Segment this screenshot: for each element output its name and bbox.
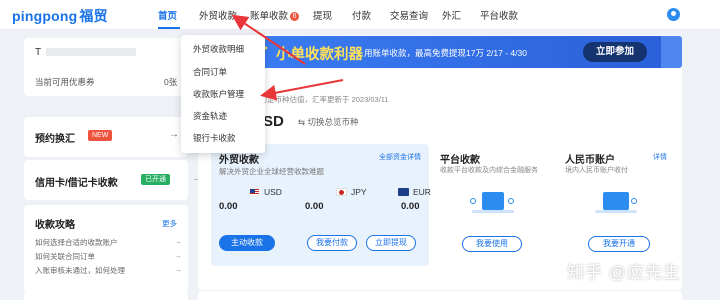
- ccy-amount-eur: 0.00: [401, 201, 420, 212]
- withdraw-now-button[interactable]: 立即提现: [366, 235, 416, 251]
- arrow-right-icon: →: [174, 237, 182, 246]
- banner-title: 小单收款利器: [276, 47, 363, 63]
- receipt-guide-card: 收款攻略 更多 如何选择合适的收款账户 → 如何关联合同订单 → 入账审核未通过…: [24, 205, 188, 293]
- user-name: T: [35, 47, 137, 58]
- nav-bill-receipt-label: 账单收款: [250, 11, 289, 22]
- arrow-right-icon: →: [174, 265, 182, 274]
- menu-item-receipt-account-management[interactable]: 收款账户管理: [193, 88, 244, 100]
- nav-bill-badge: 6: [290, 12, 300, 21]
- card-receipt-title: 信用卡/借记卡收款: [35, 178, 118, 189]
- sidebar-next-card: [24, 291, 188, 300]
- nav-transaction-query[interactable]: 交易查询: [390, 8, 428, 22]
- fx-rate-note: 以约定币种估值，汇率更新于 2023/03/11: [252, 95, 389, 104]
- banner-subtitle: 用账单收款，最高免费提现17万 2/17 - 4/30: [364, 48, 527, 58]
- active-receive-button[interactable]: 主动收款: [219, 235, 275, 251]
- overview-currency: SD: [263, 113, 284, 130]
- swap-icon: ⇆: [298, 117, 306, 127]
- arrow-right-icon: →: [174, 251, 182, 260]
- platform-receipt-desc: 收款平台收款及内综合金融服务: [440, 167, 538, 174]
- guide-more-link[interactable]: 更多: [162, 218, 177, 229]
- us-flag-icon: [249, 188, 260, 196]
- nav-trade-receipt[interactable]: 外贸收款: [199, 8, 237, 22]
- all-funds-detail-link[interactable]: 全部资金详情: [379, 152, 421, 162]
- guide-link-2[interactable]: 如何关联合同订单: [35, 251, 95, 262]
- new-badge: NEW: [88, 130, 113, 141]
- open-rmb-account-button[interactable]: 我要开通: [588, 236, 650, 252]
- guide-link-1[interactable]: 如何选择合适的收款账户: [35, 237, 118, 248]
- switch-currency-label: 切换总览币种: [307, 117, 359, 127]
- rmb-detail-link[interactable]: 详情: [653, 152, 667, 162]
- eu-flag-icon: [398, 188, 409, 196]
- banner-decoration: [661, 36, 682, 68]
- switch-currency-link[interactable]: ⇆ 切换总览币种: [298, 116, 359, 128]
- user-info-card: T 当前可用优惠券 0张 查看: [24, 38, 193, 99]
- rmb-illustration-icon: [593, 190, 639, 216]
- rmb-account-title: 人民币账户: [565, 155, 615, 166]
- nav-payment[interactable]: 付款: [352, 8, 371, 22]
- fx-reservation-title: 预约换汇: [35, 134, 75, 145]
- top-navigation-bar: pingpong 福贸 首页 外贸收款 账单收款 6 提现 付款 交易查询 外汇 平…: [0, 0, 720, 30]
- ccy-code-jpy: JPY: [351, 187, 367, 197]
- nav-bill-receipt[interactable]: 账单收款 6: [250, 8, 300, 22]
- guide-link-3[interactable]: 入账审核未通过，如何处理: [35, 265, 125, 276]
- platform-receipt-title: 平台收款: [440, 155, 480, 166]
- make-payment-button[interactable]: 我要付款: [307, 235, 357, 251]
- coupon-label: 当前可用优惠券: [35, 77, 95, 87]
- trade-receipt-desc: 解决外贸企业全球经营收款难题: [219, 167, 324, 176]
- ccy-amount-usd: 0.00: [219, 201, 238, 212]
- ccy-code-eur: EUR: [413, 187, 431, 197]
- trade-receipt-panel: 外贸收款 解决外贸企业全球经营收款难题 全部资金详情 USD 0.00 JPY …: [211, 144, 431, 266]
- logo-text: pingpong: [12, 8, 78, 24]
- platform-illustration-icon: [470, 190, 516, 216]
- japan-flag-icon: [336, 188, 347, 196]
- main-next-card: [198, 291, 682, 300]
- menu-item-fund-trail[interactable]: 资金轨迹: [193, 110, 227, 122]
- user-name-mask: [46, 48, 137, 57]
- chevron-right-icon: →: [169, 129, 179, 140]
- ccy-amount-jpy: 0.00: [305, 201, 324, 212]
- activated-badge: 已开通: [141, 174, 170, 185]
- menu-item-bank-card-receipt[interactable]: 银行卡收款: [193, 132, 236, 144]
- nav-home[interactable]: 首页: [158, 8, 177, 22]
- nav-platform-receipt[interactable]: 平台收款: [480, 8, 518, 22]
- use-platform-button[interactable]: 我要使用: [462, 236, 522, 252]
- menu-item-contract-orders[interactable]: 合同订单: [193, 66, 227, 78]
- trade-receipt-title: 外贸收款: [219, 155, 259, 166]
- zhihu-watermark: 知乎 @应先生: [567, 263, 681, 282]
- user-avatar-icon[interactable]: [667, 8, 680, 21]
- coupon-count: 0张: [164, 77, 178, 87]
- pingpong-logo[interactable]: pingpong 福贸: [12, 6, 108, 26]
- menu-item-receipt-details[interactable]: 外贸收款明细: [193, 43, 244, 55]
- guide-title: 收款攻略: [35, 220, 75, 231]
- card-receipt-card[interactable]: 信用卡/借记卡收款 已开通 →: [24, 160, 202, 200]
- nav-withdraw[interactable]: 提现: [313, 8, 332, 22]
- banner-join-button[interactable]: 立即参加: [583, 42, 647, 62]
- nav-active-indicator: [158, 27, 180, 29]
- rmb-account-desc: 境内人民币账户收付: [565, 167, 628, 174]
- user-name-initial: T: [35, 47, 43, 58]
- trade-receipt-dropdown-menu: 外贸收款明细 合同订单 收款账户管理 资金轨迹 银行卡收款: [181, 35, 265, 153]
- ccy-code-usd: USD: [264, 187, 282, 197]
- promo-banner[interactable]: 小单收款利器 用账单收款，最高免费提现17万 2/17 - 4/30 立即参加: [256, 36, 682, 68]
- fx-reservation-card[interactable]: 预约换汇 NEW →: [24, 117, 188, 157]
- logo-cn-text: 福贸: [79, 8, 108, 24]
- nav-fx[interactable]: 外汇: [442, 8, 461, 22]
